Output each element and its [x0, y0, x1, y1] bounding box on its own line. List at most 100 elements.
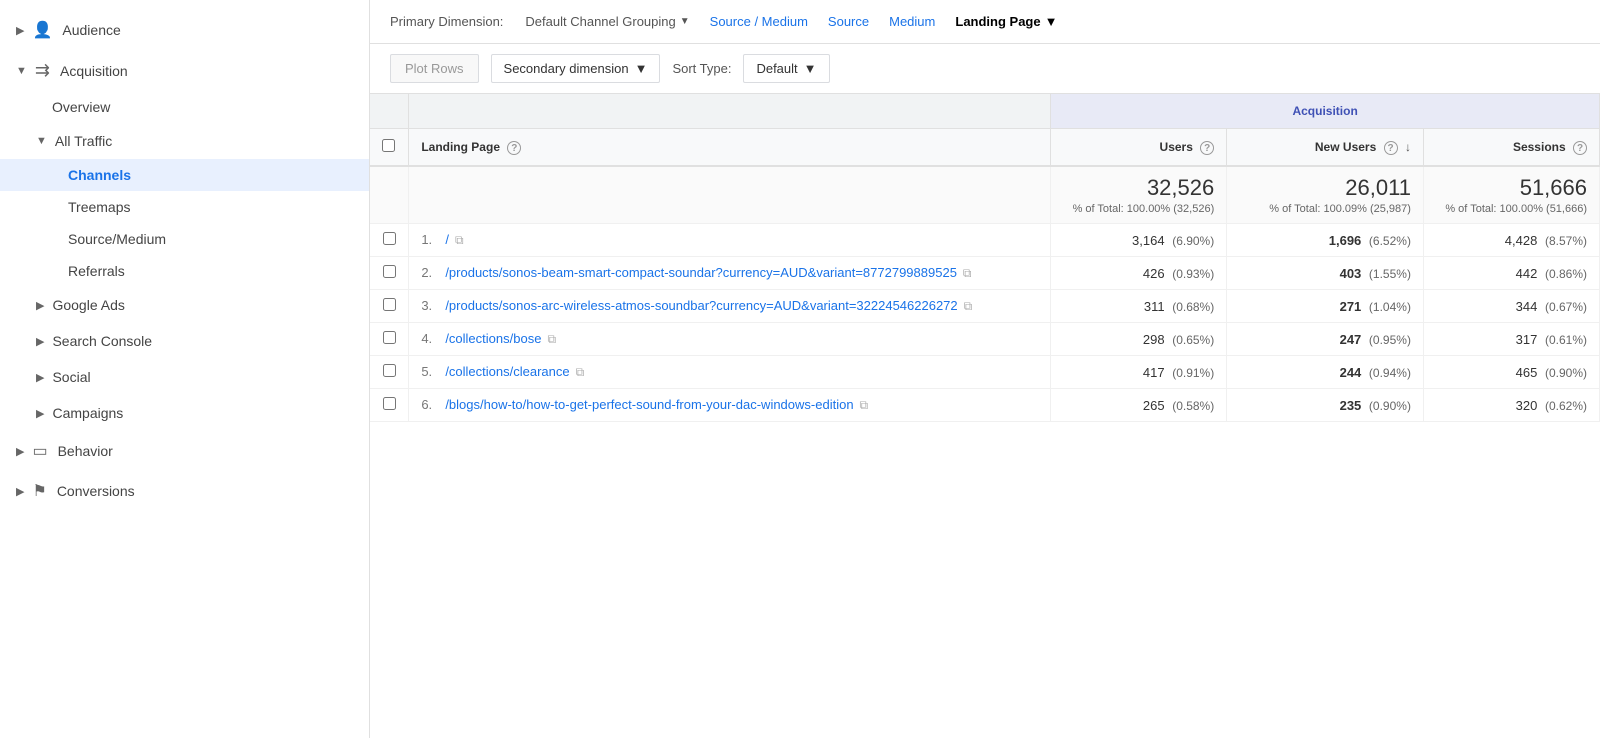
row-checkbox-1[interactable] [383, 265, 396, 278]
row-sessions-pct-1: (0.86%) [1545, 267, 1587, 281]
row-page-link-4[interactable]: /collections/clearance [445, 364, 569, 379]
row-checkbox-4[interactable] [383, 364, 396, 377]
new-users-col-header[interactable]: New Users ? ↓ [1227, 129, 1424, 167]
table-row: 4. /collections/bose⧉298 (0.65%)247 (0.9… [370, 323, 1600, 356]
sidebar-item-source-medium[interactable]: Source/Medium [0, 223, 369, 255]
row-num-4: 5. [421, 364, 445, 379]
select-all-checkbox[interactable] [382, 139, 395, 152]
sort-type-arrow-icon: ▼ [804, 61, 817, 76]
row-page-cell-1: 2. /products/sonos-beam-smart-compact-so… [409, 257, 1051, 290]
row-sessions-val-0: 4,428 [1505, 233, 1538, 248]
landing-page-btn[interactable]: Landing Page ▼ [949, 12, 1063, 31]
data-table: Acquisition Landing Page ? Users ? [370, 94, 1600, 422]
table-row: 5. /collections/clearance⧉417 (0.91%)244… [370, 356, 1600, 389]
sidebar-label-google-ads: Google Ads [52, 297, 124, 313]
row-users-pct-5: (0.58%) [1172, 399, 1214, 413]
row-copy-icon-4[interactable]: ⧉ [576, 365, 585, 379]
toolbar: Plot Rows Secondary dimension ▼ Sort Typ… [370, 44, 1600, 94]
sidebar-item-all-traffic[interactable]: ▼ All Traffic [0, 123, 369, 159]
all-traffic-arrow: ▼ [36, 135, 47, 147]
row-checkbox-0[interactable] [383, 232, 396, 245]
row-checkbox-cell-2[interactable] [370, 290, 409, 323]
row-copy-icon-2[interactable]: ⧉ [964, 299, 973, 313]
row-checkbox-cell-1[interactable] [370, 257, 409, 290]
checkbox-subheader[interactable] [370, 129, 409, 167]
medium-link[interactable]: Medium [883, 12, 941, 31]
row-checkbox-cell-0[interactable] [370, 224, 409, 257]
sidebar-item-treemaps[interactable]: Treemaps [0, 191, 369, 223]
row-copy-icon-5[interactable]: ⧉ [860, 398, 869, 412]
row-page-link-2[interactable]: /products/sonos-arc-wireless-atmos-sound… [445, 298, 957, 313]
google-ads-arrow: ▶ [36, 299, 44, 312]
users-help-icon[interactable]: ? [1200, 141, 1214, 155]
row-copy-icon-0[interactable]: ⧉ [455, 233, 464, 247]
sessions-help-icon[interactable]: ? [1573, 141, 1587, 155]
row-page-cell-4: 5. /collections/clearance ⧉ [409, 356, 1051, 389]
new-users-sort-icon: ↓ [1405, 140, 1411, 154]
sidebar-item-social[interactable]: ▶ Social [0, 359, 369, 395]
row-checkbox-5[interactable] [383, 397, 396, 410]
row-new-users-pct-5: (0.90%) [1369, 399, 1411, 413]
sidebar-item-acquisition[interactable]: ▼ ⇉ Acquisition [0, 50, 369, 91]
sidebar-item-overview[interactable]: Overview [0, 91, 369, 123]
row-users-val-2: 311 [1144, 299, 1165, 314]
sidebar-label-social: Social [52, 369, 90, 385]
row-checkbox-cell-3[interactable] [370, 323, 409, 356]
sidebar-label-referrals: Referrals [68, 263, 125, 279]
row-users-pct-2: (0.68%) [1172, 300, 1214, 314]
audience-icon: 👤 [32, 20, 52, 40]
sidebar-item-search-console[interactable]: ▶ Search Console [0, 323, 369, 359]
sort-type-button[interactable]: Default ▼ [743, 54, 829, 83]
sidebar-item-referrals[interactable]: Referrals [0, 255, 369, 287]
sidebar-label-acquisition: Acquisition [60, 63, 128, 79]
table-row: 1. /⧉3,164 (6.90%)1,696 (6.52%)4,428 (8.… [370, 224, 1600, 257]
row-checkbox-2[interactable] [383, 298, 396, 311]
row-num-5: 6. [421, 397, 445, 412]
sidebar-item-campaigns[interactable]: ▶ Campaigns [0, 395, 369, 431]
row-new-users-val-0: 1,696 [1329, 233, 1362, 248]
sidebar-item-behavior[interactable]: ▶ ▭ Behavior [0, 431, 369, 471]
row-users-cell-0: 3,164 (6.90%) [1051, 224, 1227, 257]
source-medium-link[interactable]: Source / Medium [704, 12, 814, 31]
sidebar-item-audience[interactable]: ▶ 👤 Audience [0, 10, 369, 50]
row-sessions-pct-2: (0.67%) [1545, 300, 1587, 314]
primary-dimension-label: Primary Dimension: [390, 14, 503, 29]
source-link[interactable]: Source [822, 12, 875, 31]
sidebar-label-treemaps: Treemaps [68, 199, 131, 215]
landing-page-help-icon[interactable]: ? [507, 141, 521, 155]
row-page-cell-2: 3. /products/sonos-arc-wireless-atmos-so… [409, 290, 1051, 323]
row-copy-icon-1[interactable]: ⧉ [963, 266, 972, 280]
secondary-dimension-button[interactable]: Secondary dimension ▼ [491, 54, 661, 83]
row-checkbox-3[interactable] [383, 331, 396, 344]
totals-label-cell [409, 166, 1051, 224]
row-page-link-0[interactable]: / [445, 232, 449, 247]
row-checkbox-cell-4[interactable] [370, 356, 409, 389]
conversions-arrow: ▶ [16, 485, 24, 498]
totals-users-pct: % of Total: 100.00% (32,526) [1063, 203, 1214, 215]
row-page-link-1[interactable]: /products/sonos-beam-smart-compact-sound… [445, 265, 957, 280]
row-copy-icon-3[interactable]: ⧉ [547, 332, 556, 346]
landing-page-label: Landing Page [955, 14, 1040, 29]
row-users-val-3: 298 [1143, 332, 1165, 347]
sort-type-label: Sort Type: [672, 61, 731, 76]
sidebar-item-conversions[interactable]: ▶ ⚑ Conversions [0, 471, 369, 511]
behavior-arrow: ▶ [16, 445, 24, 458]
row-sessions-cell-1: 442 (0.86%) [1423, 257, 1599, 290]
row-sessions-pct-5: (0.62%) [1545, 399, 1587, 413]
sidebar-item-google-ads[interactable]: ▶ Google Ads [0, 287, 369, 323]
landing-page-col-header[interactable]: Landing Page ? [409, 129, 1051, 167]
users-col-header[interactable]: Users ? [1051, 129, 1227, 167]
default-channel-grouping-btn[interactable]: Default Channel Grouping ▼ [519, 12, 695, 31]
row-num-3: 4. [421, 331, 445, 346]
row-page-link-5[interactable]: /blogs/how-to/how-to-get-perfect-sound-f… [445, 397, 853, 412]
new-users-help-icon[interactable]: ? [1384, 141, 1398, 155]
row-users-pct-4: (0.91%) [1172, 366, 1214, 380]
plot-rows-button[interactable]: Plot Rows [390, 54, 479, 83]
search-console-arrow: ▶ [36, 335, 44, 348]
sidebar-item-channels[interactable]: Channels [0, 159, 369, 191]
row-num-1: 2. [421, 265, 445, 280]
totals-new-users-value: 26,011 [1239, 175, 1411, 201]
sessions-col-header[interactable]: Sessions ? [1423, 129, 1599, 167]
row-page-link-3[interactable]: /collections/bose [445, 331, 541, 346]
row-checkbox-cell-5[interactable] [370, 389, 409, 422]
